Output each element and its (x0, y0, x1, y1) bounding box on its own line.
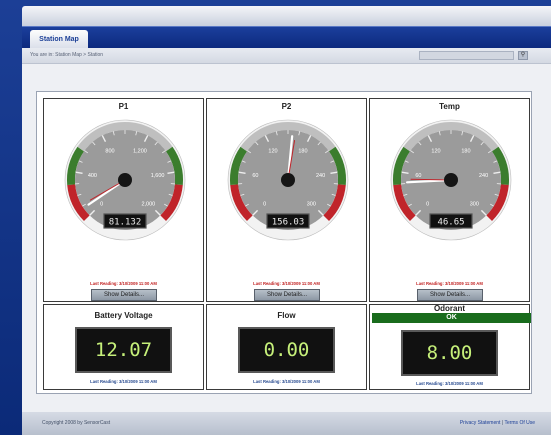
breadcrumb-bar: You are in: Station Map > Station ⚲ (22, 48, 551, 64)
show-details-button[interactable]: Show Details... (91, 289, 157, 301)
dashboard-panel: P1 0 400 800 1,200 1,600 2,000 81.132 Last Rea… (36, 91, 532, 394)
breadcrumb: You are in: Station Map > Station (30, 52, 104, 58)
app-frame: Station Map You are in: Station Map > St… (0, 0, 551, 435)
privacy-link[interactable]: Privacy Statement (460, 420, 501, 426)
lcd-display: 0.00 (238, 327, 335, 373)
gauge-tick-label: 1,200 (133, 149, 147, 155)
gauge-tick-label: 240 (479, 173, 488, 179)
lcd-display: 12.07 (75, 327, 172, 373)
gauge-tick-label: 180 (298, 149, 307, 155)
show-details-button[interactable]: Show Details... (254, 289, 320, 301)
gauge-tick-label: 120 (431, 149, 440, 155)
gauge-title: P1 (118, 102, 129, 111)
gauge-title: P2 (281, 102, 292, 111)
gauge-lcd-value: 46.65 (437, 218, 464, 228)
main-content: You are in: Station Map > Station ⚲ P1 0… (22, 48, 551, 412)
gauge-tick-label: 300 (470, 201, 479, 207)
gauge-tick-label: 240 (316, 173, 325, 179)
gauge-tick-label: 0 (263, 201, 266, 207)
meter-title: Flow (277, 311, 296, 320)
gauge-tick-label: 300 (307, 201, 316, 207)
tab-station-map[interactable]: Station Map (30, 30, 88, 49)
gauge-tick-label: 1,600 (151, 173, 165, 179)
last-reading: Last Reading: 3/10/2009 11:00 AM (416, 381, 483, 386)
show-details-button[interactable]: Show Details... (417, 289, 483, 301)
lcd-value: 12.07 (94, 339, 153, 361)
gauge-tick-label: 60 (415, 173, 421, 179)
gauge-card-p2: P2 0 60 120 180 240 300 156.03 Last Reading: 3… (206, 98, 367, 302)
status-badge: OK (372, 313, 531, 323)
meter-title: Odorant (433, 304, 466, 313)
gauge-dial: 0 60 120 180 240 300 156.03 (227, 119, 349, 241)
gauge-tick-label: 0 (426, 201, 429, 207)
gauge-hub (444, 173, 458, 187)
terms-link[interactable]: Terms Of Use (504, 420, 535, 426)
gauge-dial: 0 400 800 1,200 1,600 2,000 81.132 (64, 119, 186, 241)
gauge-lcd-value: 81.132 (109, 218, 142, 228)
nav-bar: Station Map (22, 26, 551, 49)
gauge-tick-label: 180 (461, 149, 470, 155)
gauge-hub (281, 173, 295, 187)
gauge-title: Temp (439, 102, 460, 111)
footer-separator: | (501, 420, 504, 426)
meter-card-flow: Flow 0.00 Last Reading: 3/10/2009 11:00 … (206, 304, 367, 390)
gauge-tick-label: 120 (268, 149, 277, 155)
last-reading: Last Reading: 3/10/2009 11:00 AM (90, 281, 157, 286)
gauge-lcd-value: 156.03 (272, 218, 305, 228)
gauge-card-temp: Temp 0 60 120 180 240 300 46.65 Last Reading: … (369, 98, 530, 302)
meter-title: Battery Voltage (94, 311, 153, 320)
gauge-tick-label: 2,000 (141, 201, 155, 207)
last-reading: Last Reading: 3/10/2009 11:00 AM (253, 379, 320, 384)
meter-card-battery-voltage: Battery Voltage 12.07 Last Reading: 3/10… (43, 304, 204, 390)
lcd-value: 8.00 (426, 342, 473, 364)
footer-links: Privacy Statement | Terms Of Use (460, 420, 535, 426)
gauge-card-p1: P1 0 400 800 1,200 1,600 2,000 81.132 Last Rea… (43, 98, 204, 302)
gauge-tick-label: 60 (252, 173, 258, 179)
last-reading: Last Reading: 3/10/2009 11:00 AM (90, 379, 157, 384)
search-icon[interactable]: ⚲ (518, 51, 528, 60)
lcd-value: 0.00 (263, 339, 310, 361)
copyright-text: Copyright 2008 by SensorCast (42, 420, 111, 426)
meter-card-odorant: Odorant OK 8.00 Last Reading: 3/10/2009 … (369, 304, 531, 390)
header-bar (22, 6, 551, 26)
footer: Copyright 2008 by SensorCast Privacy Sta… (22, 412, 551, 435)
last-reading: Last Reading: 3/10/2009 11:00 AM (416, 281, 483, 286)
last-reading: Last Reading: 3/10/2009 11:00 AM (253, 281, 320, 286)
search-input[interactable] (419, 51, 514, 60)
gauge-tick-label: 0 (100, 201, 103, 207)
gauge-tick-label: 400 (88, 173, 97, 179)
gauge-dial: 0 60 120 180 240 300 46.65 (390, 119, 512, 241)
lcd-display: 8.00 (401, 330, 498, 376)
gauge-hub (118, 173, 132, 187)
gauge-tick-label: 800 (105, 149, 114, 155)
